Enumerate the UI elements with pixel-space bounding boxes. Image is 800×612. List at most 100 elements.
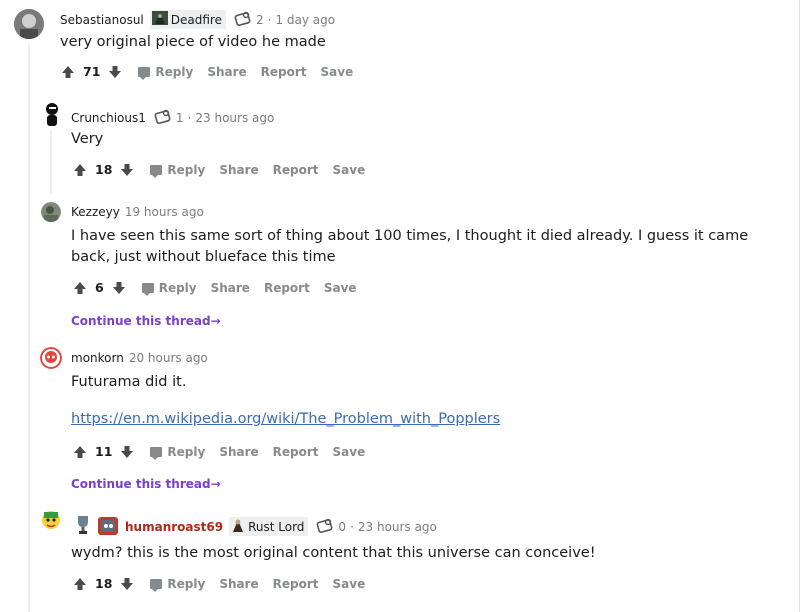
reply-label: Reply: [155, 64, 194, 79]
vote-score: 18: [95, 576, 113, 591]
timestamp[interactable]: 20 hours ago: [129, 351, 208, 365]
downvote-icon[interactable]: [112, 281, 126, 295]
avatar[interactable]: [38, 508, 64, 534]
share-button[interactable]: Share: [219, 577, 258, 591]
flair-text: Rust Lord: [248, 519, 305, 534]
author-name[interactable]: Crunchious1: [71, 111, 146, 125]
timestamp[interactable]: 23 hours ago: [358, 520, 437, 534]
timestamp[interactable]: 19 hours ago: [125, 205, 204, 219]
flair-text: Deadfire: [170, 12, 222, 27]
save-button[interactable]: Save: [321, 65, 354, 79]
avatar[interactable]: [41, 202, 61, 222]
author-name[interactable]: monkorn: [71, 351, 124, 365]
comment-meta: Sebastianosul Deadfire 2 · 1 day ago: [60, 10, 335, 29]
report-button[interactable]: Report: [273, 445, 319, 459]
vote-score: 11: [95, 444, 113, 459]
comment-body: wydm? this is the most original content …: [71, 545, 596, 561]
share-button[interactable]: Share: [207, 65, 246, 79]
save-button[interactable]: Save: [324, 281, 357, 295]
reply-button[interactable]: Reply: [150, 444, 206, 460]
continue-thread-link[interactable]: Continue this thread→: [71, 314, 221, 328]
downvote-icon[interactable]: [108, 65, 122, 79]
comment-actions: 18 Reply Share Report Save: [73, 576, 366, 592]
share-button[interactable]: Share: [219, 163, 258, 177]
snoo-badge-icon: [97, 514, 119, 539]
upvote-icon[interactable]: [73, 445, 87, 459]
comment-body: Futurama did it.: [71, 374, 187, 390]
upvote-icon[interactable]: [73, 577, 87, 591]
upvote-icon[interactable]: [61, 65, 75, 79]
report-button[interactable]: Report: [261, 65, 307, 79]
award-count: 0: [338, 519, 347, 534]
vote-score: 71: [83, 64, 101, 79]
save-button[interactable]: Save: [333, 163, 366, 177]
reply-button[interactable]: Reply: [150, 163, 205, 178]
report-button[interactable]: Report: [273, 577, 319, 591]
comment-actions: 11 Reply Share Report Save: [73, 444, 366, 460]
avatar-image: [46, 103, 58, 126]
reply-button[interactable]: Reply: [141, 280, 197, 296]
comment-thread: Sebastianosul Deadfire 2 · 1 day ago ver…: [0, 0, 800, 612]
downvote-icon[interactable]: [120, 163, 134, 177]
award-icon[interactable]: [234, 10, 252, 29]
thread-line[interactable]: [28, 44, 30, 612]
avatar-image: [40, 347, 62, 369]
separator: ·: [187, 110, 192, 125]
reply-label: Reply: [167, 444, 206, 459]
arrow-right-icon: →: [210, 477, 221, 491]
arrow-right-icon: →: [210, 314, 221, 328]
comment-meta: monkorn 20 hours ago: [71, 351, 208, 365]
avatar[interactable]: [41, 102, 63, 128]
reply-button[interactable]: Reply: [150, 576, 206, 592]
comment-actions: 6 Reply Share Report Save: [73, 280, 357, 296]
save-button[interactable]: Save: [333, 577, 366, 591]
user-flair: Rust Lord: [229, 517, 309, 536]
author-name[interactable]: humanroast69: [125, 520, 223, 534]
reply-label: Reply: [158, 280, 197, 295]
save-button[interactable]: Save: [333, 445, 366, 459]
report-button[interactable]: Report: [273, 163, 319, 177]
external-link[interactable]: https://en.m.wikipedia.org/wiki/The_Prob…: [71, 411, 500, 427]
downvote-icon[interactable]: [120, 445, 134, 459]
avatar[interactable]: [40, 347, 62, 369]
separator: ·: [267, 12, 272, 27]
vote-score: 18: [95, 162, 113, 177]
upvote-icon[interactable]: [73, 163, 87, 177]
continue-thread-link[interactable]: Continue this thread→: [71, 477, 221, 491]
share-button[interactable]: Share: [219, 445, 258, 459]
author-name[interactable]: Sebastianosul: [60, 13, 144, 27]
reply-label: Reply: [167, 576, 206, 591]
comment-body: Very: [71, 131, 104, 147]
timestamp[interactable]: 23 hours ago: [195, 111, 274, 125]
flair-character-icon: [231, 518, 245, 535]
avatar-image: [14, 9, 44, 39]
comment-body: very original piece of video he made: [60, 34, 326, 50]
thread-line[interactable]: [50, 130, 52, 194]
reply-button[interactable]: Reply: [138, 64, 194, 80]
award-count: 1: [175, 110, 184, 125]
comment-actions: 18 Reply Share Report Save: [73, 162, 366, 178]
reply-icon: [150, 446, 163, 460]
share-button[interactable]: Share: [211, 281, 250, 295]
user-flair: Deadfire: [149, 10, 226, 29]
author-name[interactable]: Kezzeyy: [71, 205, 120, 219]
continue-thread-label: Continue this thread: [71, 314, 211, 328]
downvote-icon[interactable]: [120, 577, 134, 591]
avatar-image: [42, 511, 60, 529]
continue-thread-label: Continue this thread: [71, 477, 211, 491]
reply-icon: [150, 164, 163, 178]
award-count: 2: [255, 12, 264, 27]
reply-icon: [141, 282, 154, 296]
timestamp[interactable]: 1 day ago: [275, 13, 335, 27]
report-button[interactable]: Report: [264, 281, 310, 295]
comment-actions: 71 Reply Share Report Save: [61, 64, 354, 80]
comment-meta: humanroast69 Rust Lord 0 · 23 hours ago: [75, 514, 437, 539]
comment-body: I have seen this same sort of thing abou…: [71, 228, 749, 265]
award-icon[interactable]: [316, 517, 334, 536]
trophy-badge-icon: [75, 514, 91, 539]
comment-meta: Crunchious1 1 · 23 hours ago: [71, 108, 274, 127]
avatar[interactable]: [14, 9, 44, 39]
reply-icon: [138, 66, 151, 80]
upvote-icon[interactable]: [73, 281, 87, 295]
award-icon[interactable]: [154, 108, 172, 127]
